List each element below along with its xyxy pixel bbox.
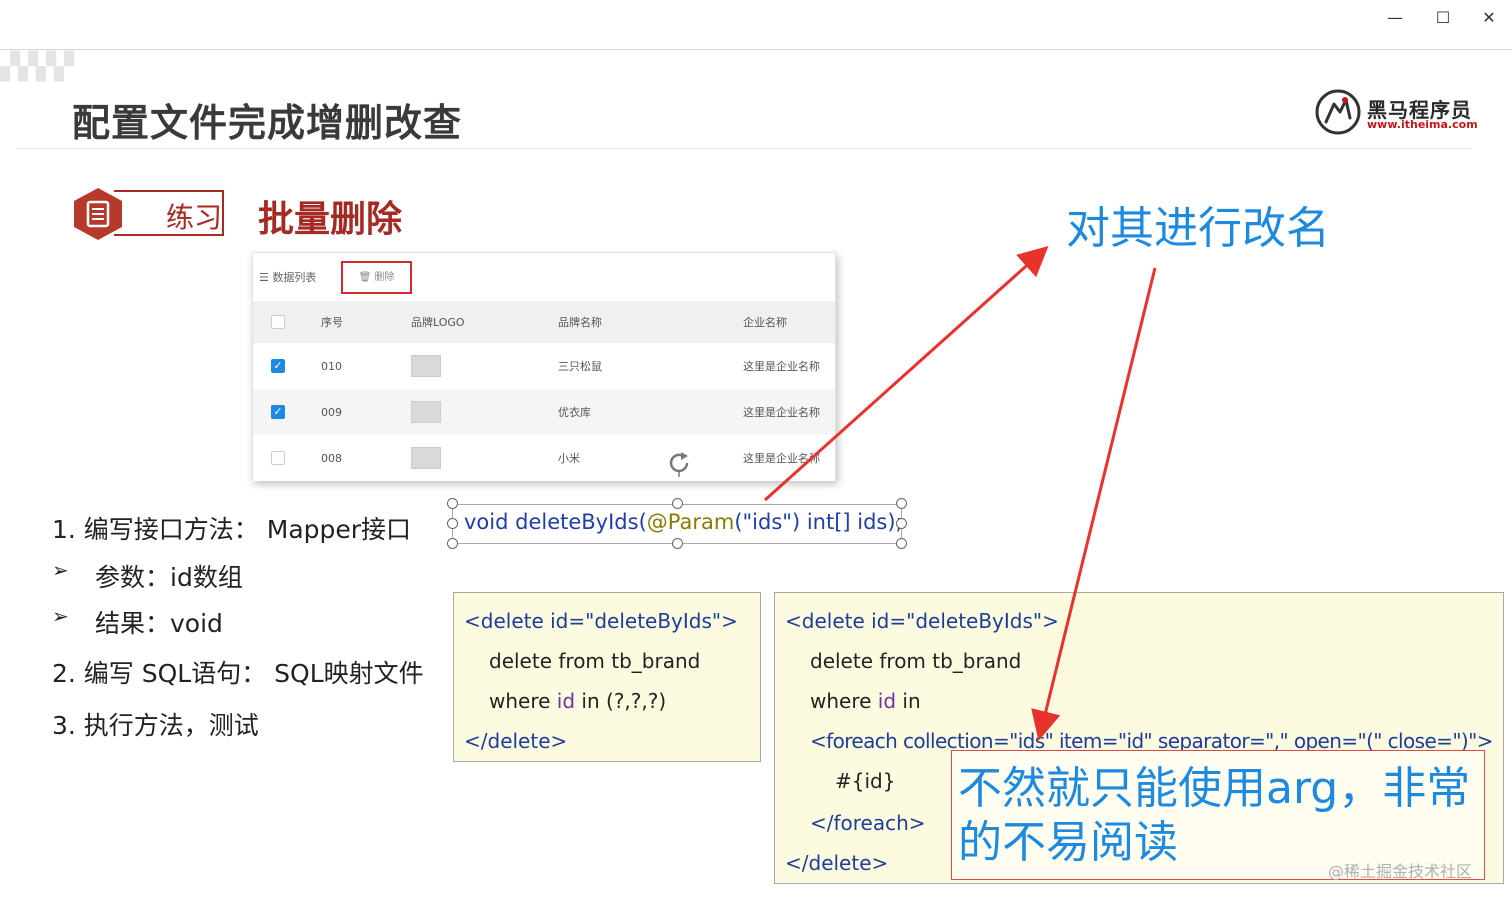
table-row: ✓ 010 三只松鼠 这里是企业名称 [253, 343, 835, 389]
image-placeholder-icon [411, 343, 441, 389]
annotation-rename: 对其进行改名 [1066, 203, 1330, 254]
itheima-logo: 黑马程序员 www.itheima.com [1314, 88, 1478, 138]
maximize-button[interactable]: ☐ [1428, 6, 1458, 30]
code-line: <delete id="deleteByIds"> [464, 609, 738, 633]
resize-handle[interactable] [447, 538, 458, 549]
code-line: where id in (?,?,?) [489, 689, 667, 713]
image-placeholder-icon [411, 389, 441, 435]
row-checkbox[interactable]: ✓ [271, 343, 285, 389]
resize-handle[interactable] [672, 498, 683, 509]
resize-handle[interactable] [672, 538, 683, 549]
row-brand-name: 小米 [558, 452, 580, 465]
code-line: </delete> [464, 729, 568, 753]
code-line: </delete> [785, 851, 889, 875]
header-brand-name: 品牌名称 [558, 316, 602, 329]
section-title: 批量删除 [258, 199, 403, 240]
code-line: delete from tb_brand [810, 649, 1022, 673]
watermark: @稀土掘金技术社区 [1328, 862, 1473, 881]
row-checkbox[interactable]: ✓ [271, 389, 285, 435]
horse-logo-icon [1315, 89, 1361, 135]
select-all-checkbox[interactable] [271, 301, 285, 343]
row-brand-name: 三只松鼠 [558, 360, 602, 373]
row-brand-name: 优衣库 [558, 406, 591, 419]
code-line: where id in [810, 689, 921, 713]
window-titlebar: — ☐ ✕ [0, 0, 1512, 50]
table-row: 008 小米 这里是企业名称 [253, 435, 835, 481]
table-toolbar: ☰ 数据列表 🗑 删除 [253, 253, 835, 297]
step-3: 3. 执行方法，测试 [52, 711, 259, 740]
data-list-label: ☰ 数据列表 [259, 271, 317, 284]
resize-handle[interactable] [447, 498, 458, 509]
step-1: 1. 编写接口方法： Mapper接口 [52, 515, 412, 544]
row-no: 010 [321, 359, 342, 373]
brand-table-screenshot: ☰ 数据列表 🗑 删除 序号 品牌LOGO 品牌名称 企业名称 ✓ 010 三只… [252, 252, 836, 481]
document-icon [74, 188, 122, 240]
faded-edge-graphic: ▞▞▞▞ [0, 52, 74, 82]
logo-url: www.itheima.com [1367, 118, 1478, 131]
row-company-name: 这里是企业名称 [743, 406, 820, 419]
method-params: ("ids") int[] ids); [734, 510, 903, 534]
row-company-name: 这里是企业名称 [743, 360, 820, 373]
resize-handle[interactable] [447, 518, 458, 529]
delete-button[interactable]: 🗑 删除 [341, 261, 412, 294]
sql-code-box-simple: <delete id="deleteByIds"> delete from tb… [453, 592, 761, 762]
resize-handle[interactable] [896, 538, 907, 549]
row-no: 009 [321, 405, 342, 419]
param-line: 参数：id数组 [95, 563, 243, 592]
row-company-name: 这里是企业名称 [743, 452, 820, 465]
rotate-handle-icon[interactable] [665, 449, 693, 477]
bullet-icon: ➢ [52, 558, 69, 582]
slide-title: 配置文件完成增删改查 [72, 101, 463, 145]
annotation-note-text: 不然就只能使用arg，非常的不易阅读 [958, 763, 1471, 868]
close-button[interactable]: ✕ [1474, 6, 1504, 30]
method-signature: void deleteByIds( [464, 510, 647, 534]
table-header: 序号 品牌LOGO 品牌名称 企业名称 [253, 301, 835, 343]
row-checkbox[interactable] [271, 435, 285, 481]
image-placeholder-icon [411, 435, 441, 481]
code-line: #{id} [835, 769, 896, 793]
code-line: <delete id="deleteByIds"> [785, 609, 1059, 633]
header-company-name: 企业名称 [743, 316, 787, 329]
resize-handle[interactable] [896, 518, 907, 529]
result-line: 结果：void [95, 609, 223, 638]
code-line: </foreach> [810, 811, 926, 835]
table-row: ✓ 009 优衣库 这里是企业名称 [253, 389, 835, 435]
header-logo: 品牌LOGO [411, 316, 465, 329]
minimize-button[interactable]: — [1380, 6, 1410, 30]
param-annotation: @Param [646, 510, 735, 534]
row-no: 008 [321, 451, 342, 465]
resize-handle[interactable] [896, 498, 907, 509]
code-line: delete from tb_brand [489, 649, 701, 673]
bullet-icon: ➢ [52, 604, 69, 628]
step-2: 2. 编写 SQL语句： SQL映射文件 [52, 659, 424, 688]
exercise-label: 练习 [166, 201, 223, 234]
title-divider [16, 148, 1472, 149]
exercise-badge: 练习 [70, 186, 224, 242]
header-no: 序号 [321, 316, 343, 329]
